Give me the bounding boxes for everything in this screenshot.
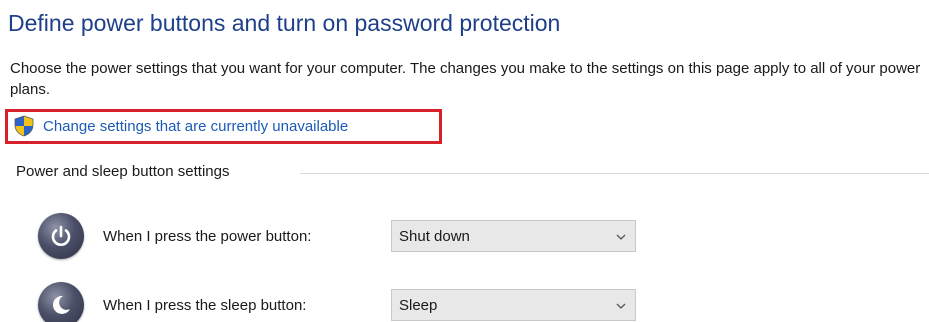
power-button-selected: Shut down	[399, 227, 470, 245]
sleep-moon-icon	[38, 282, 84, 322]
power-icon	[38, 213, 84, 259]
group-divider	[300, 173, 929, 174]
sleep-button-label: When I press the sleep button:	[103, 296, 307, 314]
chevron-down-icon	[616, 234, 626, 240]
power-button-dropdown[interactable]: Shut down	[391, 220, 636, 252]
sleep-button-row: When I press the sleep button: Sleep	[38, 282, 636, 322]
power-button-row: When I press the power button: Shut down	[38, 213, 636, 259]
sleep-button-dropdown[interactable]: Sleep	[391, 289, 636, 321]
change-settings-link[interactable]: Change settings that are currently unava…	[43, 118, 348, 135]
sleep-button-selected: Sleep	[399, 296, 438, 314]
page-description: Choose the power settings that you want …	[10, 60, 921, 98]
chevron-down-icon	[616, 303, 626, 309]
power-sleep-group-label: Power and sleep button settings	[16, 163, 240, 180]
page-title: Define power buttons and turn on passwor…	[8, 10, 561, 36]
power-options-page: Define power buttons and turn on passwor…	[0, 0, 929, 322]
change-settings-link-row[interactable]: Change settings that are currently unava…	[13, 114, 348, 138]
uac-shield-icon	[14, 115, 34, 137]
power-button-label: When I press the power button:	[103, 227, 312, 245]
